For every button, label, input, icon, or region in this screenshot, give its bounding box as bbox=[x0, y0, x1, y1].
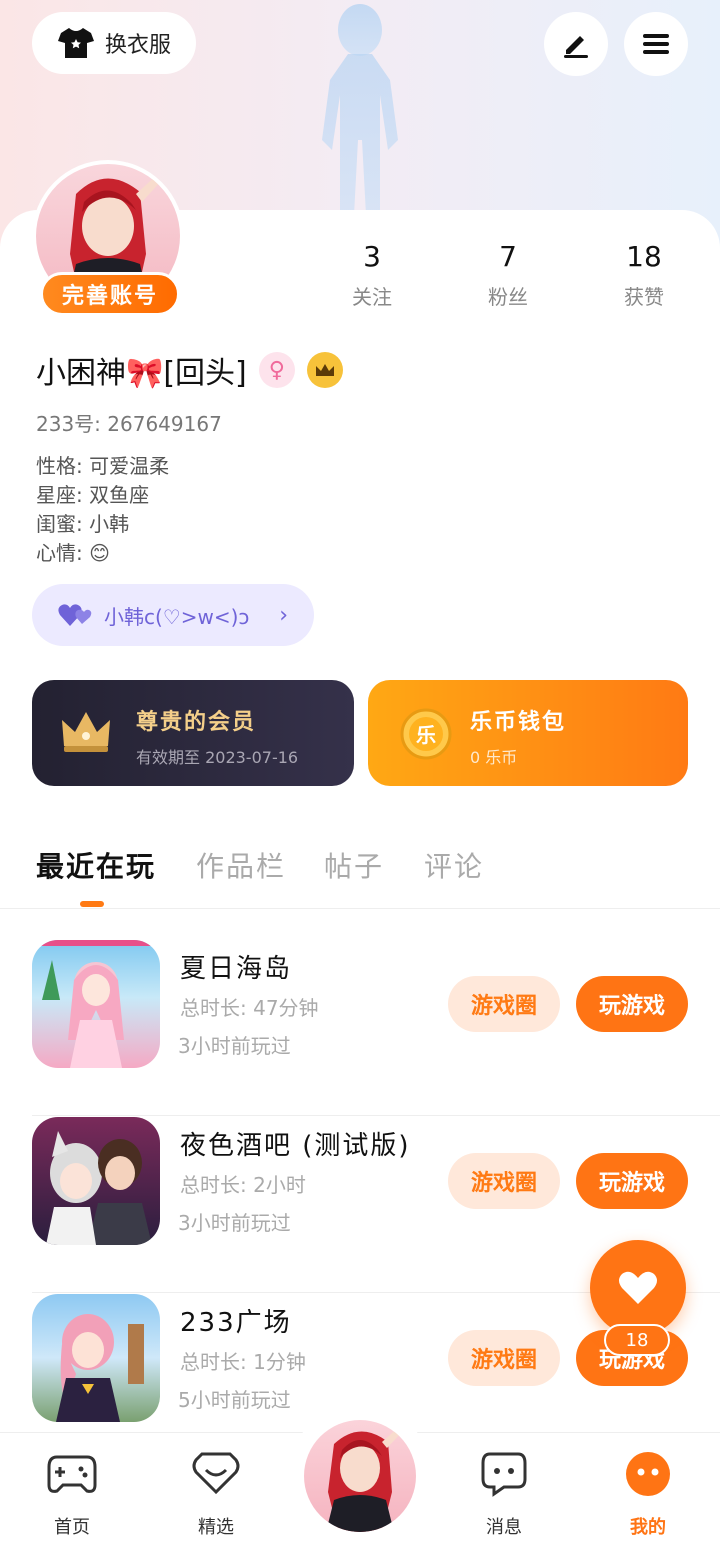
name-row: 小困神🎀[回头] ♀ bbox=[36, 350, 343, 391]
gamepad-icon bbox=[47, 1455, 97, 1493]
smile-icon bbox=[626, 1452, 670, 1496]
pen-icon bbox=[564, 36, 588, 58]
nav-home-label: 首页 bbox=[54, 1517, 90, 1538]
stat-fans-label: 粉丝 bbox=[488, 285, 528, 309]
game-icon[interactable] bbox=[32, 1294, 160, 1422]
avatar-hologram bbox=[322, 4, 398, 215]
profile-tabs: 最近在玩 作品栏 帖子 评论 bbox=[0, 845, 720, 909]
game-name: 夏日海岛 bbox=[180, 954, 293, 984]
profile-stats: 3 关注 7 粉丝 18 获赞 bbox=[300, 240, 720, 320]
top-bar: 换衣服 bbox=[0, 0, 720, 215]
tab-posts[interactable]: 帖子 bbox=[324, 845, 384, 885]
game-total-time: 总时长: 47分钟 bbox=[180, 996, 319, 1020]
tab-comments[interactable]: 评论 bbox=[424, 845, 484, 885]
stat-likes[interactable]: 18 获赞 bbox=[584, 240, 704, 310]
game-total-time: 总时长: 2小时 bbox=[180, 1173, 306, 1197]
stat-following[interactable]: 3 关注 bbox=[312, 240, 432, 310]
vip-card[interactable]: 尊贵的会员 有效期至 2023-07-16 bbox=[32, 680, 354, 786]
tab-works[interactable]: 作品栏 bbox=[196, 845, 286, 885]
profile-avatar[interactable]: 完善账号 bbox=[32, 160, 188, 316]
heart-box-icon bbox=[192, 1452, 240, 1495]
crown-icon[interactable] bbox=[306, 352, 343, 388]
vip-title: 尊贵的会员 bbox=[136, 710, 257, 735]
game-last-played: 3小时前玩过 bbox=[178, 1211, 291, 1235]
game-circle-button[interactable]: 游戏圈 bbox=[448, 1153, 560, 1209]
wallet-title: 乐币钱包 bbox=[470, 710, 567, 735]
hamburger-icon bbox=[643, 34, 669, 54]
profile-name: 小困神🎀[回头] bbox=[36, 356, 247, 391]
bestie-chip[interactable]: 小韩c(♡>w<)ɔ › bbox=[32, 584, 314, 646]
nav-me-label: 我的 bbox=[630, 1517, 666, 1538]
game-row[interactable]: 夏日海岛 总时长: 47分钟 3小时前玩过 游戏圈 玩游戏 bbox=[0, 940, 720, 1116]
bestie-chip-label: 小韩c(♡>w<)ɔ bbox=[104, 604, 250, 629]
game-total-time: 总时长: 1分钟 bbox=[180, 1350, 306, 1374]
edit-profile-button[interactable] bbox=[544, 12, 608, 76]
heart-icon bbox=[619, 1271, 657, 1304]
chevron-right-icon: › bbox=[279, 602, 288, 628]
dress-up-button[interactable]: 换衣服 bbox=[32, 12, 196, 74]
chat-icon bbox=[481, 1452, 527, 1497]
nav-featured-label: 精选 bbox=[198, 1517, 234, 1538]
game-last-played: 3小时前玩过 bbox=[178, 1034, 291, 1058]
nav-me[interactable]: 我的 bbox=[598, 1445, 698, 1539]
stat-likes-label: 获赞 bbox=[624, 285, 664, 309]
female-icon: ♀ bbox=[258, 352, 295, 388]
coin-glyph: 乐 bbox=[416, 723, 436, 747]
coin-icon: 乐 bbox=[400, 708, 452, 760]
stat-likes-value: 18 bbox=[626, 240, 662, 273]
stat-following-value: 3 bbox=[363, 240, 381, 273]
wallet-balance: 0 乐币 bbox=[470, 748, 518, 767]
menu-button[interactable] bbox=[624, 12, 688, 76]
play-game-button[interactable]: 玩游戏 bbox=[576, 1153, 688, 1209]
info-zodiac: 星座: 双鱼座 bbox=[36, 483, 150, 507]
game-icon[interactable] bbox=[32, 940, 160, 1068]
game-name: 233广场 bbox=[180, 1308, 292, 1338]
play-game-button[interactable]: 玩游戏 bbox=[576, 976, 688, 1032]
double-heart-icon bbox=[58, 604, 92, 626]
nav-home[interactable]: 首页 bbox=[22, 1445, 122, 1539]
dress-up-label: 换衣服 bbox=[104, 33, 171, 58]
nav-featured[interactable]: 精选 bbox=[166, 1445, 266, 1539]
shirt-icon bbox=[57, 28, 94, 58]
game-circle-button[interactable]: 游戏圈 bbox=[448, 976, 560, 1032]
avatar-image bbox=[326, 1426, 403, 1532]
stat-fans-value: 7 bbox=[499, 240, 517, 273]
row-divider bbox=[32, 1115, 720, 1116]
game-circle-button[interactable]: 游戏圈 bbox=[448, 1330, 560, 1386]
game-name: 夜色酒吧 (测试版) bbox=[180, 1131, 411, 1161]
like-count: 18 bbox=[604, 1324, 670, 1356]
like-button[interactable] bbox=[590, 1240, 686, 1336]
stat-fans[interactable]: 7 粉丝 bbox=[448, 240, 568, 310]
vip-expiry: 有效期至 2023-07-16 bbox=[136, 748, 299, 767]
game-last-played: 5小时前玩过 bbox=[178, 1388, 291, 1412]
info-mood: 心情: 😊 bbox=[36, 541, 110, 565]
complete-account-badge[interactable]: 完善账号 bbox=[40, 272, 180, 316]
info-personality: 性格: 可爱温柔 bbox=[36, 454, 170, 478]
vip-crown-icon bbox=[62, 712, 110, 752]
game-icon[interactable] bbox=[32, 1117, 160, 1245]
info-bestie: 闺蜜: 小韩 bbox=[36, 512, 130, 536]
nav-messages[interactable]: 消息 bbox=[454, 1445, 554, 1539]
profile-info: 性格: 可爱温柔 星座: 双鱼座 闺蜜: 小韩 心情: 😊 bbox=[36, 452, 169, 568]
nav-messages-label: 消息 bbox=[486, 1517, 522, 1538]
tab-indicator bbox=[80, 901, 104, 907]
wallet-card[interactable]: 乐 乐币钱包 0 乐币 bbox=[368, 680, 688, 786]
stat-following-label: 关注 bbox=[352, 285, 392, 309]
tab-recent[interactable]: 最近在玩 bbox=[36, 845, 156, 885]
center-avatar-button[interactable] bbox=[304, 1420, 416, 1532]
user-id: 233号: 267649167 bbox=[36, 412, 222, 436]
